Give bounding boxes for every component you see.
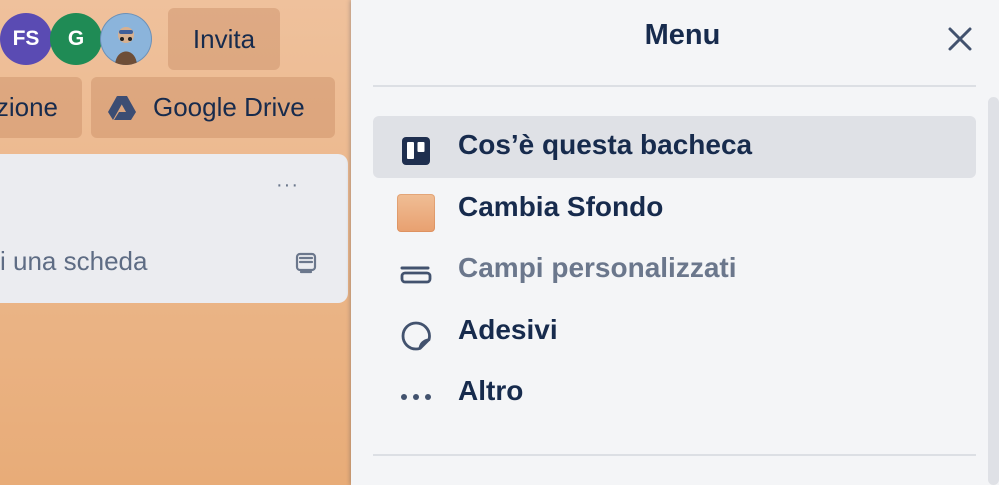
- menu-item-label: Cambia Sfondo: [458, 191, 664, 222]
- organize-button-label: zione: [0, 92, 58, 122]
- menu-title: Menu: [644, 19, 721, 51]
- list-menu-button[interactable]: ···: [276, 174, 299, 197]
- background-swatch-icon: [396, 193, 436, 233]
- invite-button-label: Invita: [192, 23, 256, 54]
- board-canvas: FS G Invita zione Google Drive ··· i una…: [0, 0, 351, 485]
- close-icon[interactable]: [945, 24, 975, 54]
- menu-item-label: Altro: [458, 375, 524, 406]
- google-drive-button-label: Google Drive: [153, 92, 305, 122]
- menu-item-about-board[interactable]: Cos’è questa bacheca: [373, 116, 976, 178]
- avatar-initials: G: [67, 27, 85, 50]
- avatar-initials: FS: [12, 27, 40, 50]
- menu-divider-top: [373, 85, 976, 87]
- member-avatar-photo[interactable]: [100, 13, 152, 65]
- list-panel: ··· i una scheda: [0, 154, 348, 303]
- menu-item-more[interactable]: Altro: [373, 362, 976, 424]
- member-avatar-fs[interactable]: FS: [0, 13, 52, 65]
- menu-scrollbar[interactable]: [988, 97, 999, 485]
- avatar-photo-image: [101, 14, 151, 65]
- sticker-icon: [396, 316, 436, 356]
- menu-item-label: Campi personalizzati: [458, 252, 737, 283]
- member-avatar-g[interactable]: G: [50, 13, 102, 65]
- more-icon: [396, 377, 436, 417]
- google-drive-icon: [108, 95, 136, 120]
- card-template-icon[interactable]: [293, 249, 319, 275]
- google-drive-button[interactable]: Google Drive: [91, 77, 335, 138]
- custom-fields-icon: [396, 254, 436, 294]
- board-icon: [396, 131, 436, 171]
- menu-divider-bottom: [373, 454, 976, 456]
- menu-item-change-background[interactable]: Cambia Sfondo: [373, 178, 976, 240]
- invite-button[interactable]: Invita: [168, 8, 280, 70]
- board-menu-panel: Menu Cos’è questa bacheca Cambia Sfondo …: [351, 0, 999, 485]
- add-card-button[interactable]: i una scheda: [0, 246, 150, 277]
- menu-item-label: Adesivi: [458, 314, 558, 345]
- menu-item-label: Cos’è questa bacheca: [458, 129, 753, 160]
- menu-item-custom-fields[interactable]: Campi personalizzati: [373, 239, 976, 301]
- menu-item-stickers[interactable]: Adesivi: [373, 301, 976, 363]
- organize-button[interactable]: zione: [0, 77, 82, 138]
